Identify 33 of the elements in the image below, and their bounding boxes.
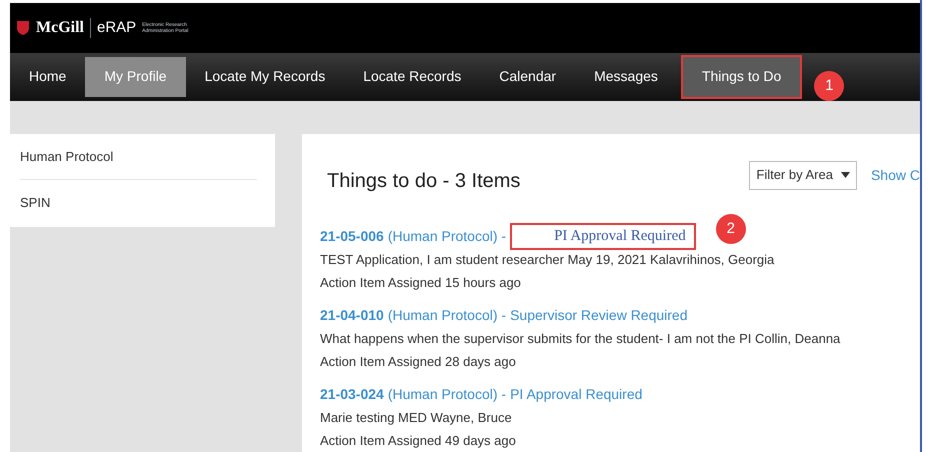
- record-link[interactable]: 21-03-024: [320, 384, 384, 404]
- record-link[interactable]: 21-05-006: [320, 226, 384, 246]
- area-link[interactable]: (Human Protocol) -: [388, 304, 506, 326]
- sidebar-item[interactable]: Human Protocol: [20, 134, 257, 180]
- record-link[interactable]: 21-04-010: [320, 304, 384, 326]
- nav-tab[interactable]: My Profile: [85, 56, 186, 97]
- show-link[interactable]: Show C: [870, 164, 920, 186]
- product-name: eRAP: [96, 18, 136, 38]
- area-link[interactable]: (Human Protocol) -: [388, 384, 506, 404]
- page-title: Things to do - 3 Items: [327, 169, 520, 194]
- nav-tab[interactable]: Home: [10, 56, 86, 97]
- nav-tab[interactable]: Locate Records: [344, 56, 480, 97]
- nav-tab[interactable]: Messages: [575, 56, 677, 97]
- item-description: TEST Application, I am student researcher May 19, 2021 Kalavrihinos, Georgia: [320, 250, 776, 269]
- callout-badge: 2: [716, 214, 746, 244]
- status-overlay[interactable]: PI Approval Required: [510, 222, 696, 250]
- item-description: Marie testing MED Wayne, Bruce: [320, 408, 513, 427]
- callout-badge: 1: [814, 70, 844, 101]
- logo-text: McGill: [36, 18, 84, 38]
- assigned-time: Action Item Assigned 49 days ago: [320, 432, 517, 450]
- sidebar-item[interactable]: SPIN: [20, 180, 257, 226]
- filter-dropdown[interactable]: Filter by Area: [749, 160, 857, 190]
- nav-tab[interactable]: Things to Do: [682, 56, 800, 97]
- status-link[interactable]: Supervisor Review Required: [510, 304, 688, 326]
- shield-icon: [16, 20, 30, 36]
- assigned-time: Action Item Assigned 28 days ago: [320, 352, 517, 371]
- status-link[interactable]: PI Approval Required: [510, 384, 642, 404]
- caret-icon: [840, 172, 850, 178]
- item-description: What happens when the supervisor submits for the student- I am not the PI Collin, Deanna: [320, 330, 842, 348]
- nav-tab[interactable]: Locate My Records: [186, 56, 344, 97]
- assigned-time: Action Item Assigned 15 hours ago: [320, 274, 522, 292]
- area-link[interactable]: (Human Protocol) -: [388, 226, 506, 246]
- nav-tab[interactable]: Calendar: [480, 56, 576, 97]
